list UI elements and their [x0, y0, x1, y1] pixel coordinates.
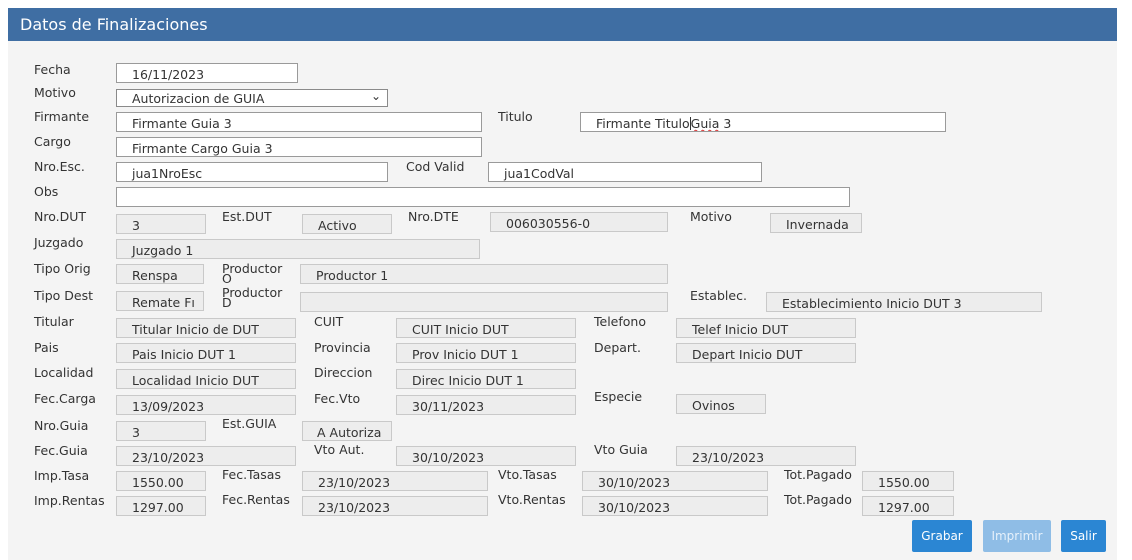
nro-guia-field: 3: [116, 421, 206, 441]
fecha-input[interactable]: 16/11/2023: [116, 63, 298, 83]
depart-label: Depart.: [594, 340, 641, 355]
vto-guia-label: Vto Guia: [594, 442, 648, 457]
tipo-orig-field: Renspa: [116, 264, 204, 284]
fec-rentas-label: Fec.Rentas: [222, 492, 290, 507]
nro-esc-label: Nro.Esc.: [34, 159, 85, 174]
motivo-select-value: Autorizacion de GUIA: [132, 91, 265, 106]
fec-rentas-field: 23/10/2023: [302, 496, 488, 516]
pais-field: Pais Inicio DUT 1: [116, 343, 296, 363]
titulo-tail: 3: [719, 116, 732, 131]
motivo-select[interactable]: Autorizacion de GUIA ⌄: [116, 89, 388, 107]
especie-field: Ovinos: [676, 394, 766, 414]
nro-guia-label: Nro.Guia: [34, 418, 89, 433]
titular-field: Titular Inicio de DUT: [116, 318, 296, 338]
header-area: Datos de Finalizaciones: [0, 0, 1132, 44]
cargo-input[interactable]: Firmante Cargo Guia 3: [116, 137, 482, 157]
especie-label: Especie: [594, 389, 643, 404]
firmante-label: Firmante: [34, 109, 90, 124]
provincia-field: Prov Inicio DUT 1: [396, 343, 576, 363]
est-guia-field: A Autoriza: [302, 421, 392, 441]
fec-guia-field: 23/10/2023: [116, 446, 296, 466]
chevron-down-icon: ⌄: [370, 89, 381, 103]
imp-tasa-field: 1550.00: [116, 471, 206, 491]
est-guia-label: Est.GUIA: [222, 416, 277, 431]
fec-guia-label: Fec.Guia: [34, 443, 88, 458]
vto-tasas-label: Vto.Tasas: [498, 467, 557, 482]
tipo-dest-field: Remate Fı: [116, 291, 204, 311]
salir-button[interactable]: Salir: [1061, 520, 1106, 552]
provincia-label: Provincia: [314, 340, 371, 355]
pais-label: Pais: [34, 340, 59, 355]
cuit-field: CUIT Inicio DUT: [396, 318, 576, 338]
fec-tasas-field: 23/10/2023: [302, 471, 488, 491]
imp-rentas-field: 1297.00: [116, 496, 206, 516]
localidad-field: Localidad Inicio DUT: [116, 369, 296, 389]
telefono-field: Telef Inicio DUT: [676, 318, 856, 338]
window-title: Datos de Finalizaciones: [20, 15, 208, 34]
titulo-label: Titulo: [498, 109, 533, 124]
juzgado-field: Juzgado 1: [116, 239, 480, 259]
productor-o-label: Productor O: [222, 261, 283, 286]
titulo-misspelled-word: Guia: [690, 116, 720, 131]
establec-field: Establecimiento Inicio DUT 3: [766, 292, 1042, 312]
grabar-button[interactable]: Grabar: [912, 520, 972, 552]
firmante-input[interactable]: Firmante Guia 3: [116, 112, 482, 132]
fec-carga-field: 13/09/2023: [116, 395, 296, 415]
motivo-label: Motivo: [34, 85, 76, 100]
localidad-label: Localidad: [34, 365, 94, 380]
tot-pagado-tasa-field: 1550.00: [862, 471, 954, 491]
cod-valid-input[interactable]: jua1CodVal: [488, 162, 762, 182]
nro-dut-label: Nro.DUT: [34, 209, 87, 224]
productor-d-field: [300, 292, 668, 312]
imprimir-button[interactable]: Imprimir: [983, 520, 1051, 552]
vto-rentas-label: Vto.Rentas: [498, 492, 566, 507]
depart-field: Depart Inicio DUT: [676, 343, 856, 363]
fec-tasas-label: Fec.Tasas: [222, 467, 281, 482]
telefono-label: Telefono: [594, 314, 646, 329]
motivo-dut-label: Motivo: [690, 209, 732, 224]
productor-d-label: Productor D: [222, 285, 283, 310]
titular-label: Titular: [34, 314, 74, 329]
juzgado-label: Juzgado: [34, 235, 84, 250]
tot-pagado-rentas-label: Tot.Pagado: [784, 492, 852, 507]
direccion-field: Direc Inicio DUT 1: [396, 369, 576, 389]
cuit-label: CUIT: [314, 314, 344, 329]
fec-vto-field: 30/11/2023: [396, 395, 576, 415]
vto-guia-field: 23/10/2023: [676, 446, 856, 466]
establec-label: Establec.: [690, 288, 747, 303]
vto-aut-field: 30/10/2023: [396, 446, 576, 466]
nro-esc-input[interactable]: jua1NroEsc: [116, 162, 388, 182]
nro-dut-field: 3: [116, 214, 206, 234]
obs-input[interactable]: [116, 187, 850, 207]
est-dut-field: Activo: [302, 214, 392, 234]
direccion-label: Direccion: [314, 365, 373, 380]
nro-dte-field: 006030556-0: [490, 212, 668, 232]
tot-pagado-rentas-field: 1297.00: [862, 496, 954, 516]
vto-aut-label: Vto Aut.: [314, 442, 365, 457]
tipo-dest-label: Tipo Dest: [34, 288, 94, 303]
fecha-label: Fecha: [34, 62, 71, 77]
fec-vto-label: Fec.Vto: [314, 391, 361, 406]
vto-tasas-field: 30/10/2023: [582, 471, 768, 491]
productor-o-field: Productor 1: [300, 264, 668, 284]
est-dut-label: Est.DUT: [222, 209, 272, 224]
obs-label: Obs: [34, 184, 59, 199]
tipo-orig-label: Tipo Orig: [34, 261, 91, 276]
titulo-text: Firmante Titulo: [596, 116, 690, 131]
cargo-label: Cargo: [34, 134, 71, 149]
tot-pagado-tasa-label: Tot.Pagado: [784, 467, 852, 482]
titulo-input[interactable]: Firmante TituloGuia 3: [580, 112, 946, 132]
fec-carga-label: Fec.Carga: [34, 391, 96, 406]
vto-rentas-field: 30/10/2023: [582, 496, 768, 516]
cod-valid-label: Cod Valid: [406, 159, 465, 174]
title-bar: Datos de Finalizaciones: [8, 8, 1117, 41]
imp-rentas-label: Imp.Rentas: [34, 493, 105, 508]
nro-dte-label: Nro.DTE: [408, 209, 459, 224]
motivo-dut-field: Invernada: [770, 213, 862, 233]
imp-tasa-label: Imp.Tasa: [34, 468, 90, 483]
